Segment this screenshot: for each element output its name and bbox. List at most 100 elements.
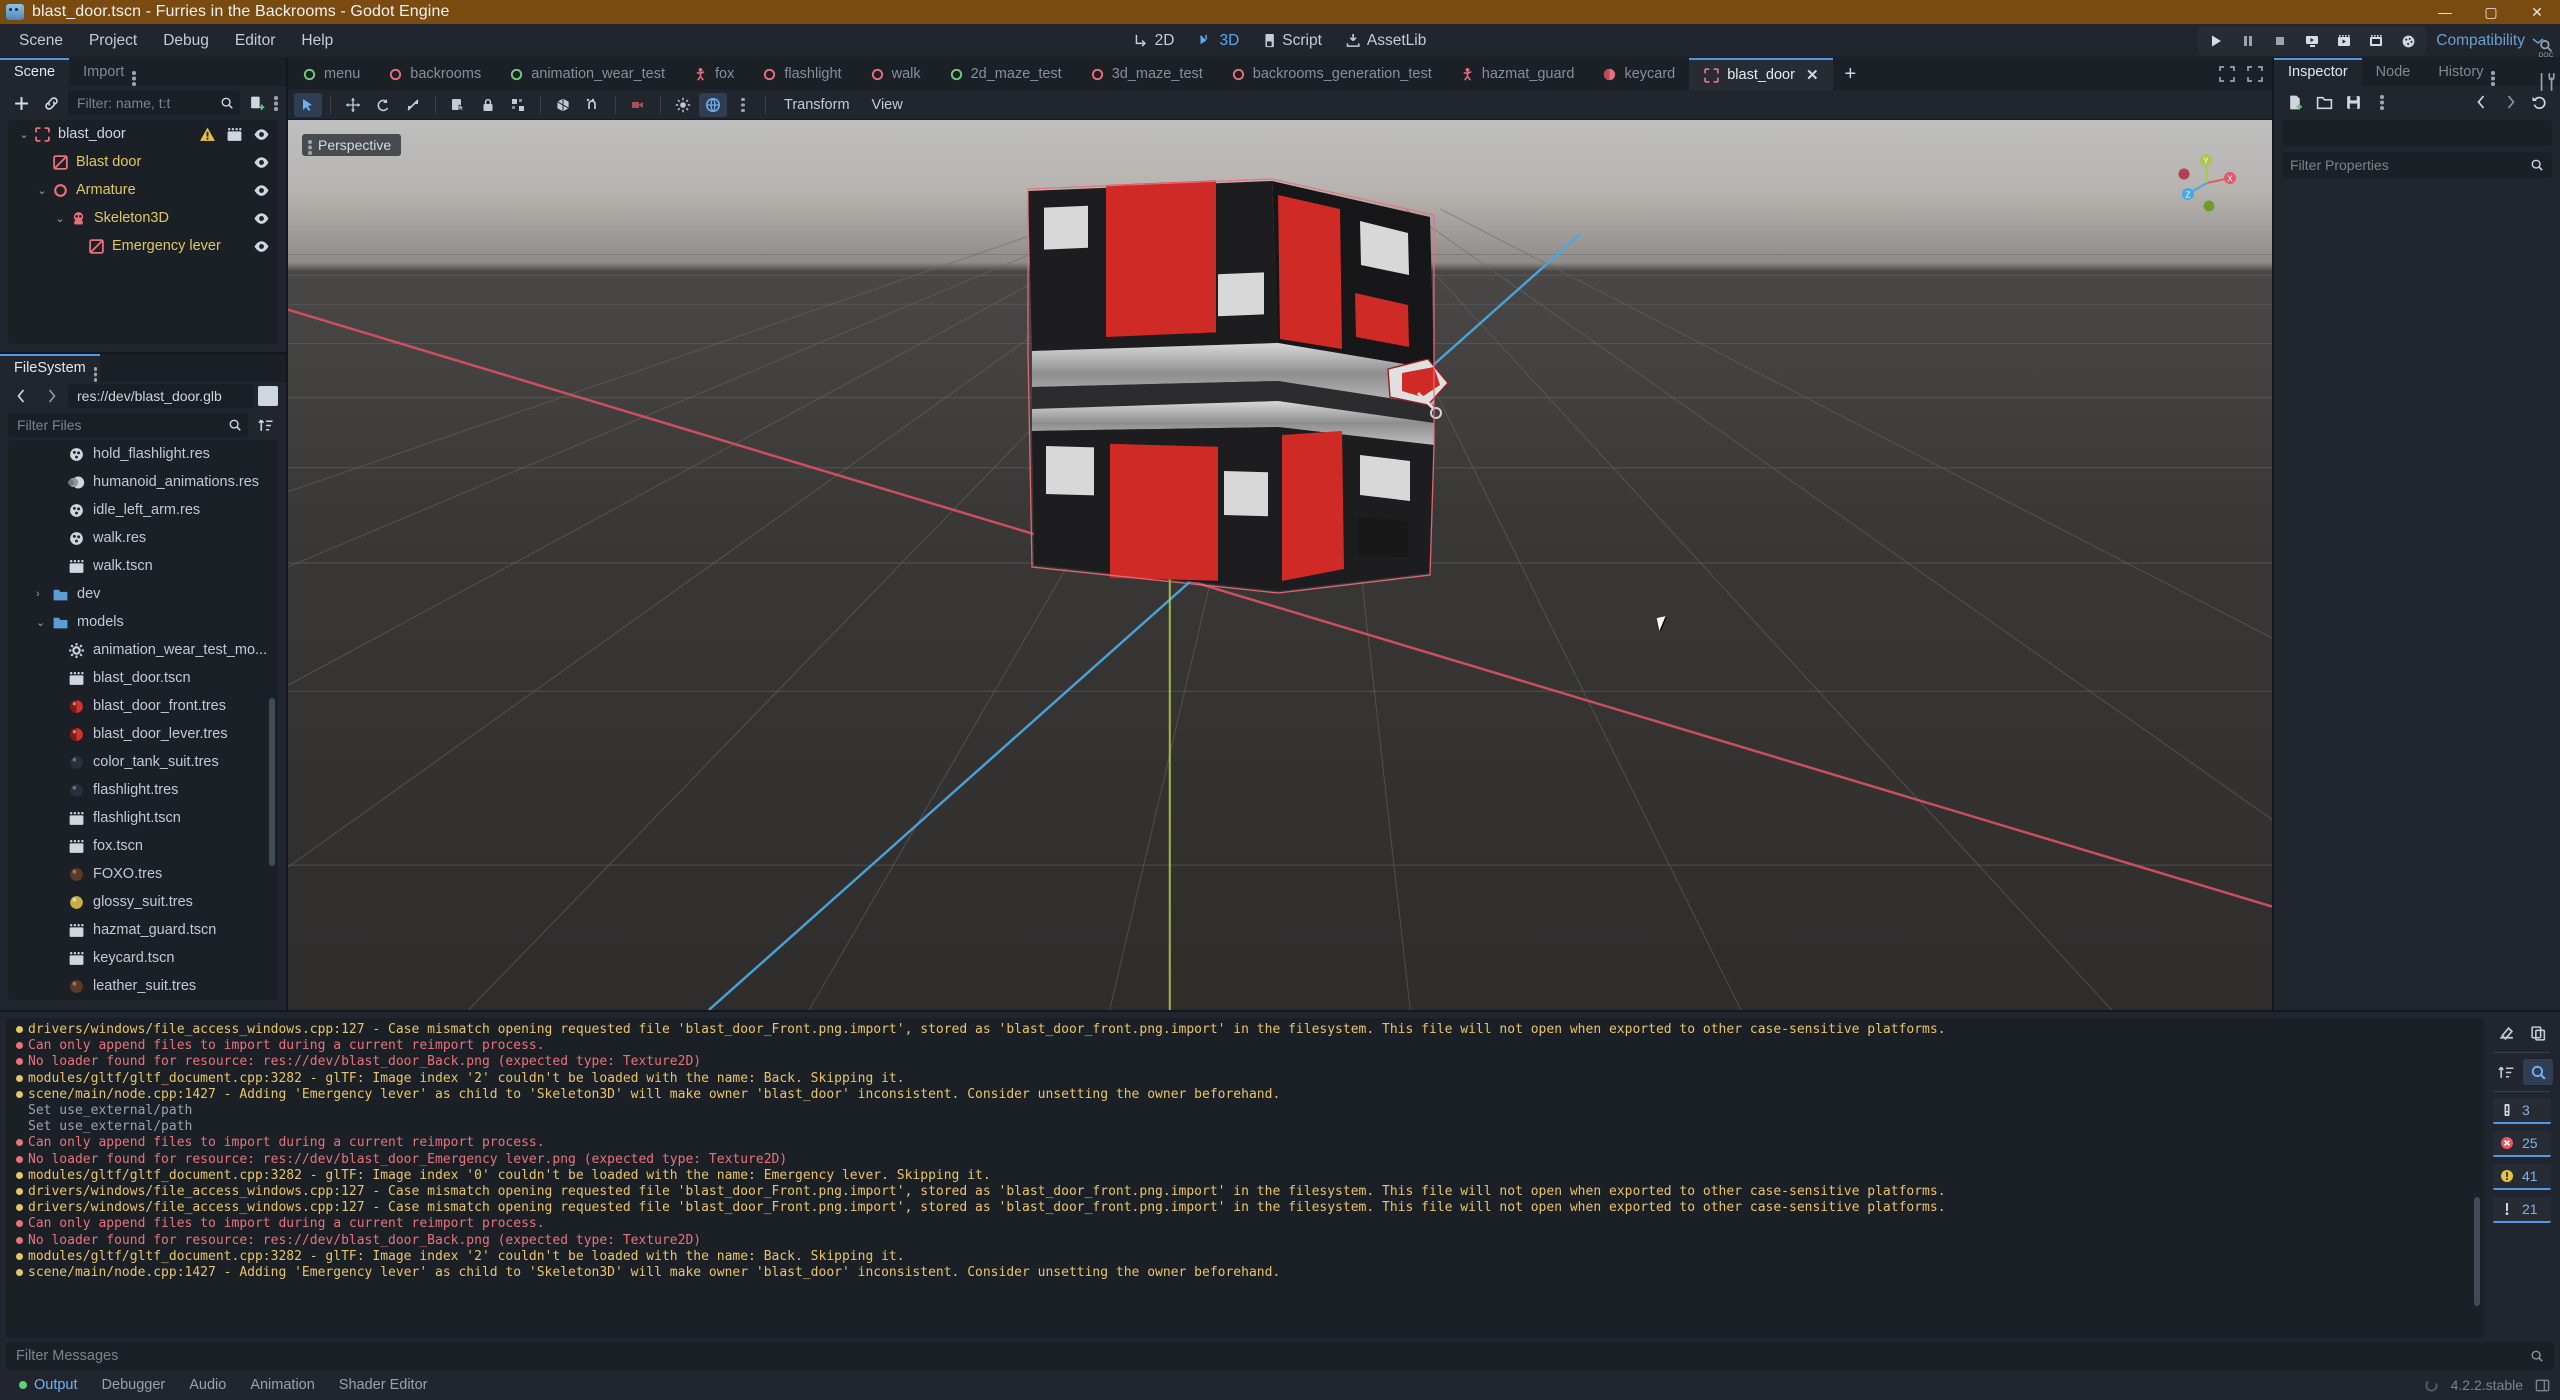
scene-tab-flashlight[interactable]: flashlight (748, 58, 855, 90)
file-item[interactable]: ⌄ models (8, 608, 278, 636)
expand-icon[interactable] (2218, 65, 2236, 83)
file-item[interactable]: FOXO.tres (8, 860, 278, 888)
editor-theme-button[interactable] (2393, 28, 2423, 54)
view-axis-gizmo[interactable]: X Y Z (2172, 148, 2242, 218)
log-filter-message[interactable]: 3 (2493, 1098, 2551, 1124)
group-selection-button[interactable] (504, 93, 532, 117)
copy-output-button[interactable] (2523, 1020, 2553, 1046)
scene-tab-3d-maze-test[interactable]: 3d_maze_test (1076, 58, 1217, 90)
tab-filesystem[interactable]: FileSystem (0, 354, 100, 382)
perspective-label-button[interactable]: Perspective (302, 134, 402, 156)
file-item[interactable]: humanoid_animations.res (8, 468, 278, 496)
filesystem-dock-menu-icon[interactable] (93, 366, 98, 382)
tree-expand-arrow[interactable]: ⌄ (52, 212, 68, 225)
scene-tab-menu[interactable]: menu (288, 58, 374, 90)
maximize-button[interactable]: ▢ (2468, 0, 2514, 24)
file-item[interactable]: blast_door_lever.tres (8, 720, 278, 748)
scene-tab-animation-wear-test[interactable]: animation_wear_test (495, 58, 679, 90)
file-item[interactable]: hazmat_guard.tscn (8, 916, 278, 944)
file-item[interactable]: animation_wear_test_mo... (8, 636, 278, 664)
close-button[interactable]: ✕ (2514, 0, 2560, 24)
stop-button[interactable] (2265, 28, 2295, 54)
file-item[interactable]: blast_door.tscn (8, 664, 278, 692)
file-item[interactable]: fox.tscn (8, 832, 278, 860)
menu-editor[interactable]: Editor (222, 28, 289, 54)
resource-menu-button[interactable] (2369, 90, 2395, 114)
scene-tree-item-blast-door[interactable]: ⌄ blast_door (8, 120, 278, 148)
select-mode-button[interactable] (294, 92, 322, 117)
scale-mode-button[interactable] (399, 93, 427, 117)
light-preview-button[interactable] (669, 93, 697, 117)
nav-forward-button[interactable] (38, 384, 64, 408)
scene-tree[interactable]: ⌄ blast_door Blast door ⌄ Armature ⌄ Skeleton3… (8, 120, 278, 344)
scene-tab-walk[interactable]: walk (856, 58, 935, 90)
scene-tree-options-icon[interactable] (274, 95, 278, 111)
main-tab-script[interactable]: Script (1253, 28, 1332, 54)
file-item[interactable]: › dev (8, 580, 278, 608)
open-resource-button[interactable] (2311, 90, 2337, 114)
rotate-mode-button[interactable] (369, 93, 397, 117)
scene-tree-item-blast-door[interactable]: Blast door (8, 148, 278, 176)
tab-scene[interactable]: Scene (0, 58, 70, 86)
inspector-history-button[interactable] (2526, 90, 2552, 114)
search-output-button[interactable] (2523, 1059, 2553, 1085)
scene-tab-fox[interactable]: fox (679, 58, 748, 90)
lock-selection-button[interactable] (474, 93, 502, 117)
close-scene-tab-button[interactable]: ✕ (1806, 66, 1819, 84)
tab-history[interactable]: History (2424, 58, 2497, 86)
view-menu[interactable]: View (862, 94, 913, 116)
scene-tab-backrooms[interactable]: backrooms (374, 58, 495, 90)
file-filter-input[interactable]: Filter Files (8, 413, 248, 437)
add-scene-tab-button[interactable]: + (1833, 58, 1869, 90)
tree-expand-arrow[interactable]: ⌄ (34, 184, 50, 197)
layout-icon[interactable] (2535, 1378, 2550, 1393)
bottom-tab-audio[interactable]: Audio (178, 1373, 237, 1397)
bottom-tab-shader-editor[interactable]: Shader Editor (328, 1373, 439, 1397)
log-filter-error[interactable]: 25 (2493, 1131, 2551, 1157)
new-resource-button[interactable] (2282, 90, 2308, 114)
tree-expand-arrow[interactable]: ⌄ (16, 128, 32, 141)
file-item[interactable]: blast_door_front.tres (8, 692, 278, 720)
tab-node[interactable]: Node (2362, 58, 2425, 86)
fullscreen-icon[interactable] (2246, 65, 2264, 83)
minimize-button[interactable]: — (2422, 0, 2468, 24)
inspector-filter-input[interactable]: Filter Properties (2282, 152, 2552, 178)
file-item[interactable]: flashlight.tres (8, 776, 278, 804)
play-custom-scene-button[interactable] (2329, 28, 2359, 54)
menu-debug[interactable]: Debug (150, 28, 222, 54)
inspector-back-button[interactable] (2468, 90, 2494, 114)
toggle-split-mode-button[interactable] (258, 386, 278, 406)
save-resource-button[interactable] (2340, 90, 2366, 114)
play-button[interactable] (2201, 28, 2231, 54)
main-tab-assetlib[interactable]: AssetLib (1336, 28, 1436, 54)
log-filter-warning[interactable]: 41 (2493, 1164, 2551, 1190)
add-node-button[interactable] (8, 91, 34, 115)
inspector-dock-menu-icon[interactable] (2491, 70, 2495, 86)
file-item[interactable]: walk.tscn (8, 552, 278, 580)
play-scene-button[interactable] (2297, 28, 2327, 54)
scene-tab-keycard[interactable]: keycard (1588, 58, 1689, 90)
transform-menu[interactable]: Transform (774, 94, 860, 116)
inspector-forward-button[interactable] (2497, 90, 2523, 114)
menu-help[interactable]: Help (288, 28, 346, 54)
snap-button[interactable] (579, 93, 607, 117)
instance-scene-button[interactable] (38, 91, 64, 115)
filesystem-scrollbar[interactable] (269, 697, 275, 866)
file-item[interactable]: leather_suit.tres (8, 972, 278, 1000)
collapse-output-button[interactable] (2491, 1059, 2521, 1085)
output-filter-input[interactable]: Filter Messages (6, 1342, 2554, 1370)
file-expand-arrow[interactable]: › (36, 588, 50, 600)
file-item[interactable]: color_tank_suit.tres (8, 748, 278, 776)
sort-files-button[interactable] (252, 413, 278, 437)
main-tab-3d[interactable]: 3D (1188, 28, 1249, 54)
blast-door-mesh[interactable] (1010, 173, 1470, 603)
file-expand-arrow[interactable]: ⌄ (36, 616, 50, 629)
scene-tree-item-skeleton3d[interactable]: ⌄ Skeleton3D (8, 204, 278, 232)
filesystem-path[interactable]: res://dev/blast_door.glb (68, 384, 254, 408)
viewport-more-options-button[interactable] (729, 93, 757, 117)
tab-import[interactable]: Import (69, 58, 138, 86)
nav-back-button[interactable] (8, 384, 34, 408)
list-select-button[interactable] (444, 93, 472, 117)
filesystem-file-tree[interactable]: hold_flashlight.res humanoid_animations.r… (8, 440, 278, 1000)
renderer-selector[interactable]: Compatibility (2428, 28, 2552, 54)
